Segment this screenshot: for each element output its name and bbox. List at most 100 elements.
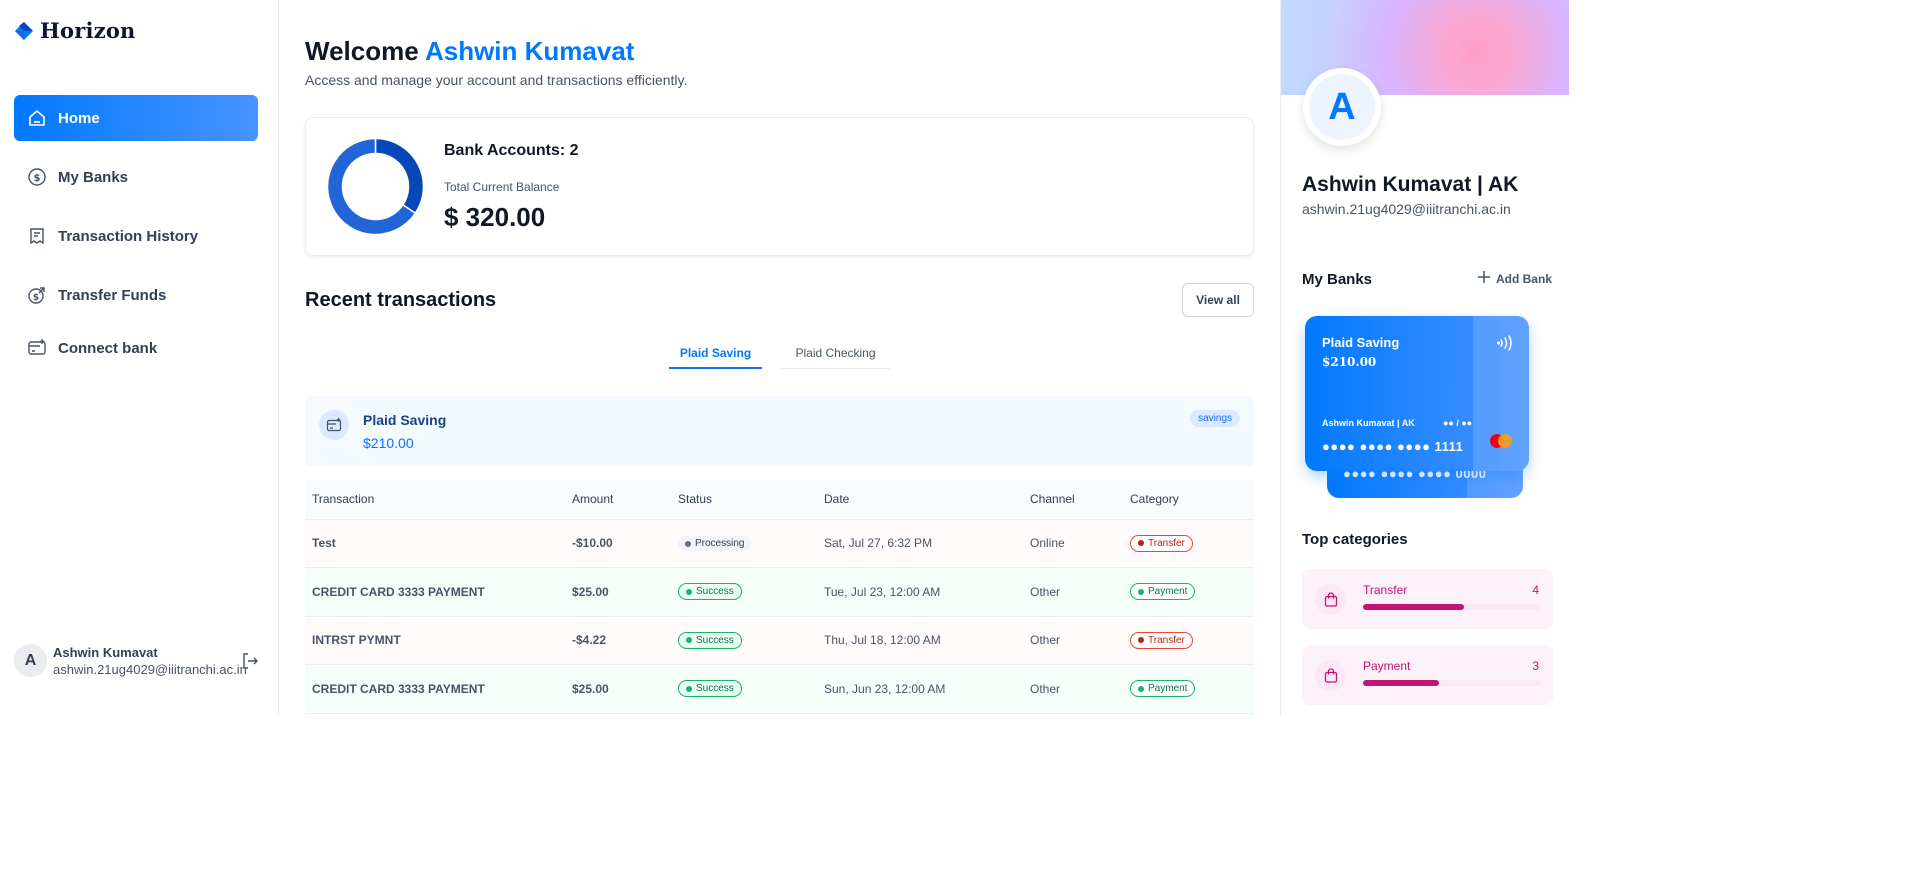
home-icon: [27, 108, 47, 128]
transaction-name: CREDIT CARD 3333 PAYMENT: [305, 567, 565, 617]
transaction-channel: Other: [1023, 664, 1123, 714]
sidebar-item-my-banks[interactable]: $ My Banks: [14, 154, 258, 200]
sidebar-item-home[interactable]: Home: [14, 95, 258, 141]
card-add-icon: [27, 338, 47, 358]
tab-plaid-saving[interactable]: Plaid Saving: [669, 338, 762, 369]
table-row[interactable]: CREDIT CARD 3333 PAYMENT $25.00 Success …: [305, 664, 1254, 714]
card-holder-name: Ashwin Kumavat | AK: [1322, 418, 1415, 428]
top-categories-heading: Top categories: [1302, 531, 1408, 548]
status-text: Processing: [695, 538, 745, 549]
category-dot-icon: [1138, 685, 1144, 692]
column-header: Amount: [565, 480, 671, 520]
sidebar-user: A Ashwin Kumavat ashwin.21ug4029@iiitran…: [14, 644, 247, 677]
transaction-channel: Other: [1023, 567, 1123, 617]
donut-slice: [374, 138, 424, 215]
category-text: Payment: [1148, 683, 1188, 695]
transactions-table: Transaction Amount Status Date Channel C…: [305, 480, 1254, 714]
status-text: Success: [696, 634, 734, 646]
category-badge: Payment: [1130, 583, 1196, 601]
status-dot-icon: [686, 637, 692, 644]
card-number: ●●●● ●●●● ●●●● 1111: [1322, 439, 1464, 454]
category-progress-track: [1363, 604, 1540, 610]
sidebar-item-transaction-history[interactable]: Transaction History: [14, 213, 258, 259]
user-email: ashwin.21ug4029@iiitranchi.ac.in: [53, 661, 247, 677]
category-dot-icon: [1138, 588, 1144, 595]
sidebar-item-label: Transaction History: [58, 227, 199, 245]
selected-account-banner: Plaid Saving $210.00 savings: [305, 396, 1254, 466]
category-text: Payment: [1148, 586, 1188, 598]
receipt-icon: [27, 226, 47, 246]
profile-panel: A Ashwin Kumavat | AK ashwin.21ug4029@ii…: [1280, 0, 1569, 715]
sidebar-item-label: Home: [58, 109, 100, 127]
transaction-status: Success: [671, 664, 817, 714]
transaction-date: Tue, Jul 23, 12:00 AM: [817, 567, 1023, 617]
sidebar-item-connect-bank[interactable]: Connect bank: [14, 325, 258, 371]
horizon-logo-icon: [14, 21, 34, 41]
sidebar: Horizon Home $ My Banks Transaction Hist…: [0, 0, 279, 715]
transaction-status: Success: [671, 616, 817, 665]
plus-icon: [1477, 271, 1490, 286]
welcome-text: Welcome: [305, 36, 419, 66]
profile-name: Ashwin Kumavat | AK: [1302, 173, 1519, 196]
column-header: Category: [1123, 480, 1254, 520]
view-all-button[interactable]: View all: [1182, 283, 1254, 317]
transaction-channel: Online: [1023, 519, 1123, 568]
shopping-bag-icon: [1315, 584, 1346, 615]
transaction-name: CREDIT CARD 3333 PAYMENT: [305, 664, 565, 714]
user-name: Ashwin Kumavat: [53, 644, 158, 660]
page-title: Welcome Ashwin Kumavat: [305, 36, 634, 67]
category-dot-icon: [1138, 637, 1144, 644]
bank-card-primary[interactable]: Plaid Saving $210.00 Ashwin Kumavat | AK…: [1305, 316, 1529, 471]
page-subtitle: Access and manage your account and trans…: [305, 72, 688, 88]
transaction-category: Transfer: [1123, 519, 1254, 568]
sidebar-item-label: Transfer Funds: [58, 286, 167, 304]
brand-name: Horizon: [40, 18, 136, 43]
status-badge: Success: [678, 583, 742, 601]
transaction-amount: -$4.22: [565, 616, 671, 665]
account-name: Plaid Saving: [363, 412, 447, 428]
category-text: Transfer: [1148, 634, 1185, 646]
transaction-category: Payment: [1123, 567, 1254, 617]
my-banks-heading: My Banks: [1302, 271, 1373, 288]
card-expiry: ●● / ●●: [1443, 418, 1473, 428]
transaction-amount: $25.00: [565, 567, 671, 617]
transaction-date: Sat, Jul 27, 6:32 PM: [817, 519, 1023, 568]
total-balance-value: $ 320.00: [444, 202, 546, 232]
bank-accounts-count: Bank Accounts: 2: [444, 142, 579, 159]
dollar-circle-icon: $: [27, 167, 47, 187]
logout-icon[interactable]: [241, 652, 259, 670]
account-balance: $210.00: [363, 435, 414, 451]
add-bank-button[interactable]: Add Bank: [1477, 271, 1552, 286]
money-send-icon: $: [27, 285, 47, 305]
transaction-amount: $25.00: [565, 664, 671, 714]
card-bank-name: Plaid Saving: [1322, 335, 1400, 350]
total-balance-label: Total Current Balance: [444, 180, 560, 194]
category-count: 4: [1532, 583, 1539, 597]
sidebar-item-transfer-funds[interactable]: $ Transfer Funds: [14, 272, 258, 318]
table-row[interactable]: CREDIT CARD 3333 PAYMENT $25.00 Success …: [305, 567, 1254, 617]
profile-email: ashwin.21ug4029@iiitranchi.ac.in: [1302, 201, 1511, 217]
shopping-bag-icon: [1315, 660, 1346, 691]
table-header-row: Transaction Amount Status Date Channel C…: [305, 480, 1254, 520]
transaction-status: Processing: [671, 519, 817, 568]
status-dot-icon: [686, 588, 692, 595]
brand[interactable]: Horizon: [14, 18, 136, 43]
profile-avatar-initial: A: [1309, 74, 1375, 140]
status-dot-icon: [686, 685, 692, 692]
category-name: Transfer: [1363, 583, 1408, 597]
table-row[interactable]: INTRST PYMNT -$4.22 Success Thu, Jul 18,…: [305, 616, 1254, 665]
transaction-category: Payment: [1123, 664, 1254, 714]
transaction-name: Test: [305, 519, 565, 568]
table-row[interactable]: Test -$10.00 Processing Sat, Jul 27, 6:3…: [305, 519, 1254, 568]
transaction-amount: -$10.00: [565, 519, 671, 568]
card-balance: $210.00: [1322, 355, 1377, 369]
category-card-transfer: Transfer 4: [1302, 569, 1553, 629]
recent-transactions-title: Recent transactions: [305, 289, 497, 311]
transaction-name: INTRST PYMNT: [305, 616, 565, 665]
status-badge: Success: [678, 680, 742, 698]
tab-plaid-checking[interactable]: Plaid Checking: [781, 338, 890, 369]
category-progress-track: [1363, 680, 1540, 686]
status-badge: Processing: [678, 536, 752, 551]
status-text: Success: [696, 586, 734, 598]
category-progress-fill: [1363, 680, 1440, 686]
